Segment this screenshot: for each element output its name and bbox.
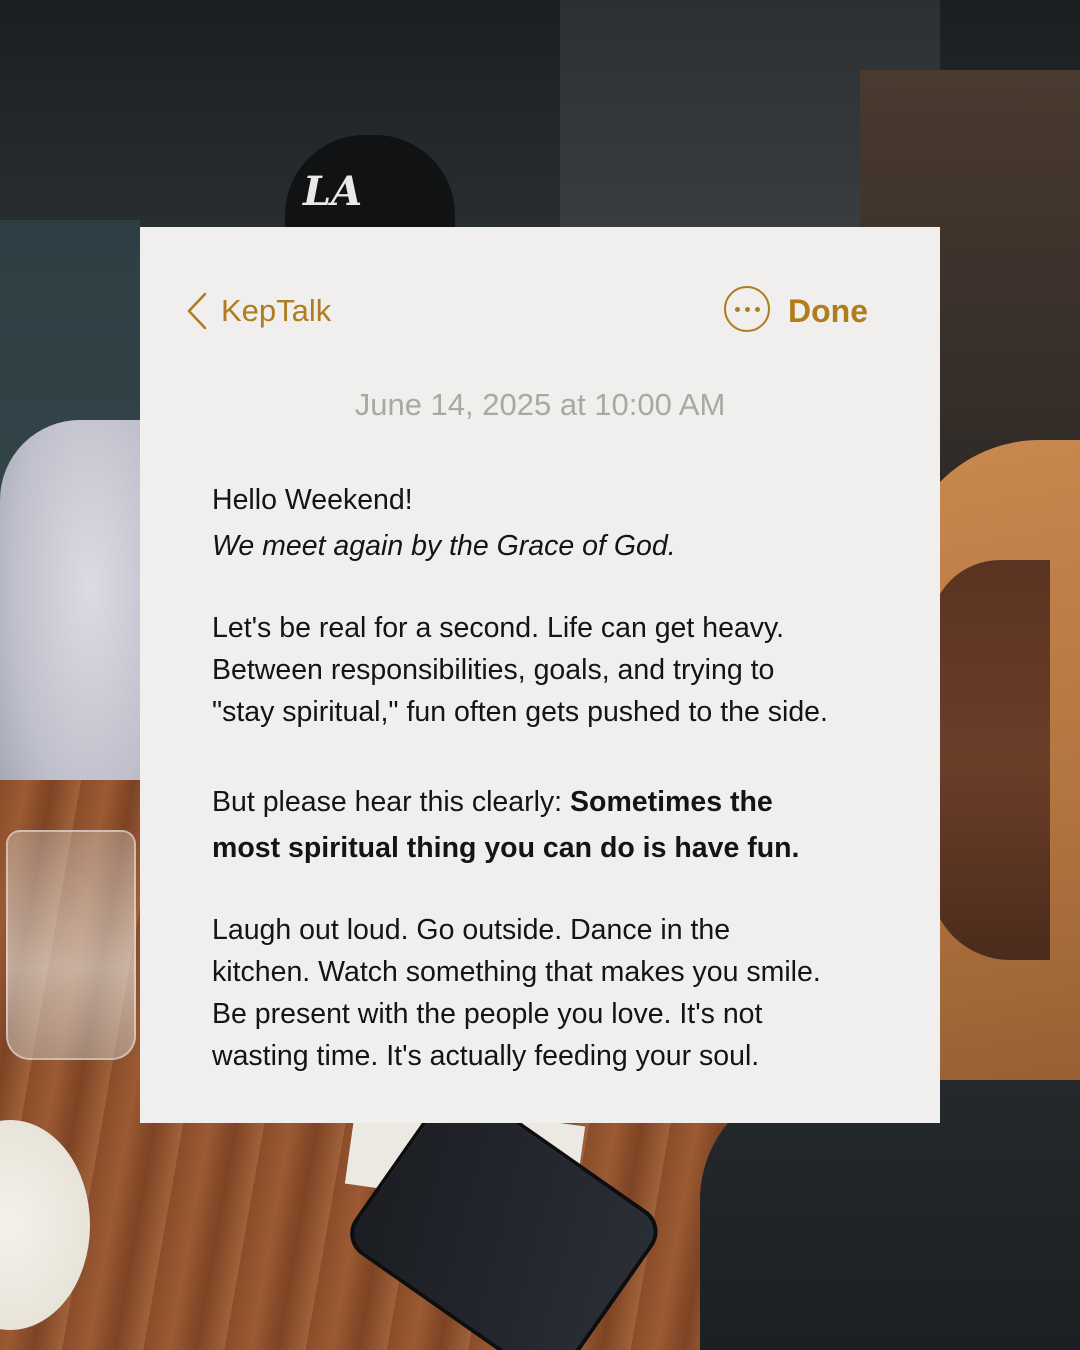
paragraph2-lead: But please hear this clearly: [212, 786, 571, 818]
paragraph2-bold-end: most spiritual thing you can do is have … [212, 832, 800, 864]
ellipsis-circle-icon[interactable] [724, 286, 770, 332]
note-body[interactable]: Hello Weekend! We meet again by the Grac… [212, 477, 892, 1077]
chevron-left-icon [187, 292, 207, 330]
woman-face [930, 560, 1050, 960]
dot [734, 306, 740, 312]
cap-logo: LA [303, 168, 363, 215]
paragraph3-line: kitchen. Watch something that makes you … [212, 956, 821, 988]
back-button[interactable]: KepTalk [186, 291, 331, 331]
greeting-line: Hello Weekend! [212, 484, 413, 516]
done-button[interactable]: Done [788, 291, 868, 331]
paragraph2-line: But please hear this clearly: Sometimes … [212, 779, 892, 825]
note-timestamp: June 14, 2025 at 10:00 AM [354, 387, 726, 422]
paragraph3-line: Be present with the people you love. It'… [212, 998, 763, 1030]
water-glass [6, 830, 136, 1060]
back-label: KepTalk [221, 293, 332, 328]
person-hoodie [0, 420, 150, 840]
paragraph1-line: "stay spiritual," fun often gets pushed … [212, 696, 828, 728]
paragraph1-line: Let's be real for a second. Life can get… [212, 612, 785, 644]
subgreeting-line: We meet again by the Grace of God. [212, 530, 676, 562]
dot [744, 306, 750, 312]
paragraph3-line: Laugh out loud. Go outside. Dance in the [212, 914, 731, 946]
note-card: KepTalk Done June 14, 2025 at 10:00 AM H… [140, 227, 940, 1123]
paragraph1-line: Between responsibilities, goals, and try… [212, 654, 775, 686]
dot [754, 306, 760, 312]
paragraph3-line: wasting time. It's actually feeding your… [212, 1040, 760, 1072]
paragraph2-bold-start: Sometimes the [570, 786, 773, 818]
